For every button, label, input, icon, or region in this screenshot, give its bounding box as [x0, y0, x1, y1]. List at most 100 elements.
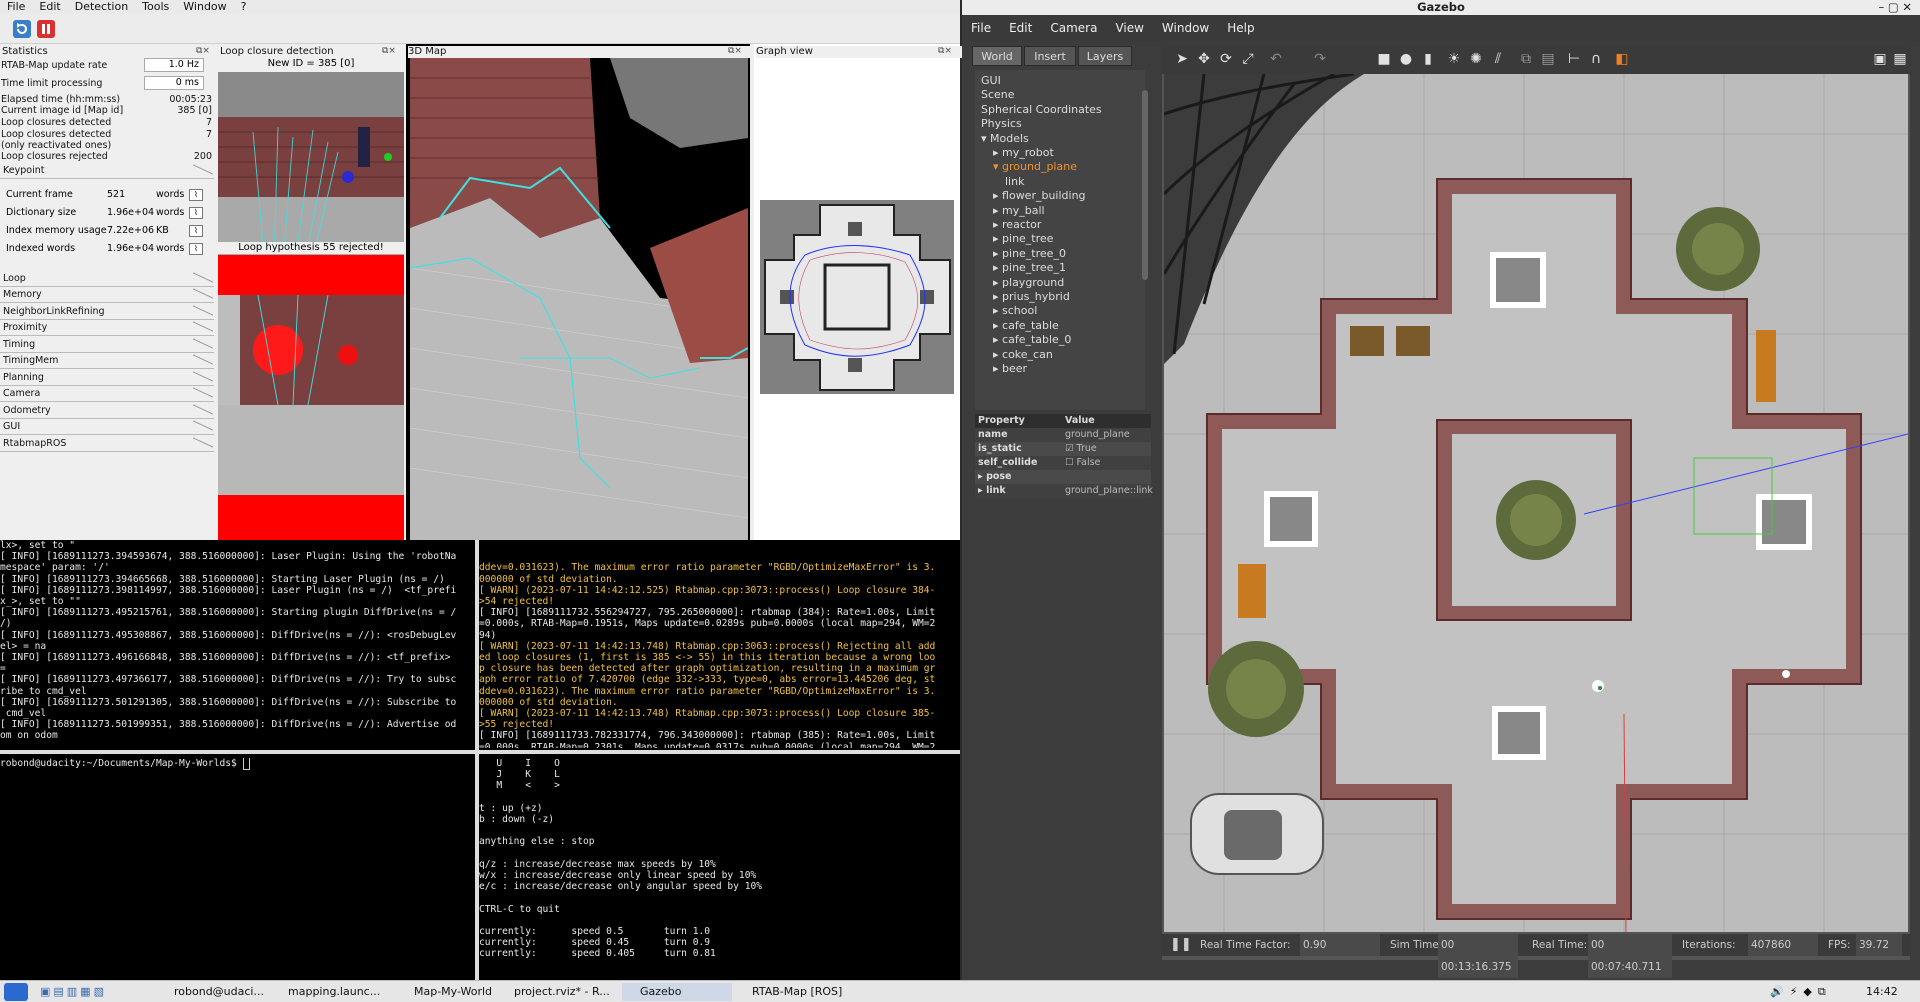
- task-rtabmap[interactable]: RTAB-Map [ROS]: [736, 983, 856, 1001]
- panel-float-close-icon[interactable]: ⧉×: [196, 46, 210, 56]
- tree-item-playground[interactable]: ▸ playground: [993, 276, 1064, 289]
- tree-item-link[interactable]: link: [1005, 175, 1024, 188]
- start-menu-icon[interactable]: [4, 983, 28, 1001]
- gz-menu-view[interactable]: View: [1106, 15, 1152, 41]
- paste-icon[interactable]: ▤: [1540, 51, 1556, 67]
- plot-icon[interactable]: ⌇: [189, 207, 203, 219]
- expand-down-icon[interactable]: ▾: [993, 160, 1002, 173]
- section-camera[interactable]: Camera: [0, 386, 214, 402]
- quick-launch-icons[interactable]: ▣▤▥▦▧: [40, 983, 160, 1001]
- section-timing-mem[interactable]: TimingMem: [0, 353, 214, 369]
- expand-right-icon[interactable]: ▸: [993, 304, 1002, 317]
- section-memory[interactable]: Memory: [0, 287, 214, 303]
- task-gazebo[interactable]: Gazebo: [622, 983, 732, 1001]
- plot-icon[interactable]: ⌇: [189, 225, 203, 237]
- section-gui[interactable]: GUI: [0, 419, 214, 435]
- tray-icons[interactable]: 🔊⚡◆⧉: [1770, 983, 1860, 1001]
- property-row-name[interactable]: name ground_plane: [975, 428, 1151, 442]
- menu-tools[interactable]: Tools: [135, 0, 176, 14]
- menu-help[interactable]: ?: [234, 0, 254, 14]
- refresh-button[interactable]: [12, 19, 32, 39]
- sphere-shape-icon[interactable]: ●: [1398, 51, 1414, 67]
- expand-right-icon[interactable]: ▸: [993, 189, 1002, 202]
- window-controls-icon[interactable]: – ▢ ✕: [1878, 0, 1912, 15]
- directional-light-icon[interactable]: ⫽: [1490, 51, 1506, 67]
- pause-sim-icon[interactable]: ❚❚: [1170, 934, 1192, 956]
- tab-insert[interactable]: Insert: [1024, 46, 1076, 66]
- terminal-splitter[interactable]: [0, 750, 960, 754]
- property-value[interactable]: ☐ False: [1065, 456, 1100, 470]
- section-neighbor-link-refining[interactable]: NeighborLinkRefining: [0, 304, 214, 320]
- plot-icon[interactable]: ⌇: [189, 243, 203, 255]
- section-odometry[interactable]: Odometry: [0, 403, 214, 419]
- box-shape-icon[interactable]: ■: [1376, 51, 1392, 67]
- record-icon[interactable]: ▦: [1892, 51, 1908, 67]
- expand-down-icon[interactable]: ▾: [981, 132, 990, 145]
- tree-item-Spherical Coordinates[interactable]: Spherical Coordinates: [981, 103, 1102, 116]
- task-vscode[interactable]: mapping.launc...: [284, 983, 396, 1001]
- tab-world[interactable]: World: [972, 46, 1022, 66]
- scale-tool-icon[interactable]: ⤢: [1240, 51, 1256, 67]
- tree-item-flower-building[interactable]: ▸ flower_building: [993, 189, 1086, 202]
- property-row-is-static[interactable]: is_static ☑ True: [975, 442, 1151, 456]
- expand-right-icon[interactable]: ▸: [993, 348, 1002, 361]
- section-keypoint[interactable]: Keypoint: [0, 163, 214, 179]
- menu-file[interactable]: File: [0, 0, 32, 14]
- task-file-manager[interactable]: Map-My-World: [400, 983, 502, 1001]
- copy-icon[interactable]: ⧉: [1518, 51, 1534, 67]
- task-rviz[interactable]: project.rviz* - R...: [506, 983, 618, 1001]
- expand-right-icon[interactable]: ▸: [993, 247, 1002, 260]
- undo-icon[interactable]: ↶: [1268, 51, 1284, 67]
- tree-item-reactor[interactable]: ▸ reactor: [993, 218, 1041, 231]
- terminal-rtabmap-log[interactable]: ddev=0.031623). The maximum error ratio …: [479, 540, 958, 748]
- property-row-pose[interactable]: ▸ pose: [975, 470, 1151, 484]
- update-rate-spinbox[interactable]: 1.0 Hz: [144, 58, 204, 72]
- section-rtabmap-ros[interactable]: RtabmapROS: [0, 436, 214, 452]
- snap-icon[interactable]: ∩: [1588, 51, 1604, 67]
- menu-window[interactable]: Window: [176, 0, 233, 14]
- tree-item-Models[interactable]: ▾ Models: [981, 132, 1029, 145]
- panel-float-close-icon[interactable]: ⧉×: [728, 46, 742, 56]
- expand-right-icon[interactable]: ▸: [993, 204, 1002, 217]
- tree-item-pine-tree-0[interactable]: ▸ pine_tree_0: [993, 247, 1066, 260]
- expand-right-icon[interactable]: ▸: [993, 146, 1002, 159]
- plot-icon[interactable]: ⌇: [189, 189, 203, 201]
- tree-item-GUI[interactable]: GUI: [981, 74, 1001, 87]
- tree-item-beer[interactable]: ▸ beer: [993, 362, 1027, 375]
- expand-right-icon[interactable]: ▸: [993, 290, 1002, 303]
- tab-layers[interactable]: Layers: [1078, 46, 1132, 66]
- tree-item-my-ball[interactable]: ▸ my_ball: [993, 204, 1045, 217]
- tree-scrollbar[interactable]: [1142, 90, 1148, 280]
- property-value[interactable]: ground_plane::link: [1065, 484, 1153, 498]
- pause-button[interactable]: [36, 19, 56, 39]
- spot-light-icon[interactable]: ✺: [1468, 51, 1484, 67]
- tree-item-ground-plane[interactable]: ▾ ground_plane: [993, 160, 1077, 173]
- point-light-icon[interactable]: ☀: [1446, 51, 1462, 67]
- menu-edit[interactable]: Edit: [32, 0, 67, 14]
- terminal-gazebo-log[interactable]: lx>, set to " [ INFO] [1689111273.394593…: [0, 540, 475, 748]
- tree-item-prius-hybrid[interactable]: ▸ prius_hybrid: [993, 290, 1070, 303]
- gz-menu-camera[interactable]: Camera: [1041, 15, 1106, 41]
- expand-right-icon[interactable]: ▸: [993, 319, 1002, 332]
- time-limit-spinbox[interactable]: 0 ms: [144, 76, 204, 90]
- rotate-tool-icon[interactable]: ⟳: [1218, 51, 1234, 67]
- expand-right-icon[interactable]: ▸: [993, 232, 1002, 245]
- tree-item-Physics[interactable]: Physics: [981, 117, 1022, 130]
- align-icon[interactable]: ⊢: [1566, 51, 1582, 67]
- terminal-vsplitter[interactable]: [475, 540, 479, 980]
- gz-menu-window[interactable]: Window: [1153, 15, 1218, 41]
- terminal-shell[interactable]: robond@udacity:~/Documents/Map-My-Worlds…: [0, 758, 475, 980]
- translate-tool-icon[interactable]: ✥: [1196, 51, 1212, 67]
- property-value[interactable]: ☑ True: [1065, 442, 1097, 456]
- screenshot-icon[interactable]: ▣: [1872, 51, 1888, 67]
- tree-item-coke-can[interactable]: ▸ coke_can: [993, 348, 1053, 361]
- graph-map[interactable]: [760, 200, 954, 394]
- gz-menu-edit[interactable]: Edit: [1000, 15, 1041, 41]
- expand-right-icon[interactable]: ▸: [993, 218, 1002, 231]
- panel-float-close-icon[interactable]: ⧉×: [938, 46, 952, 56]
- expand-right-icon[interactable]: ▸: [993, 362, 1002, 375]
- section-proximity[interactable]: Proximity: [0, 320, 214, 336]
- expand-right-icon[interactable]: ▸: [993, 333, 1002, 346]
- expand-right-icon[interactable]: ▸: [993, 276, 1002, 289]
- redo-icon[interactable]: ↷: [1312, 51, 1328, 67]
